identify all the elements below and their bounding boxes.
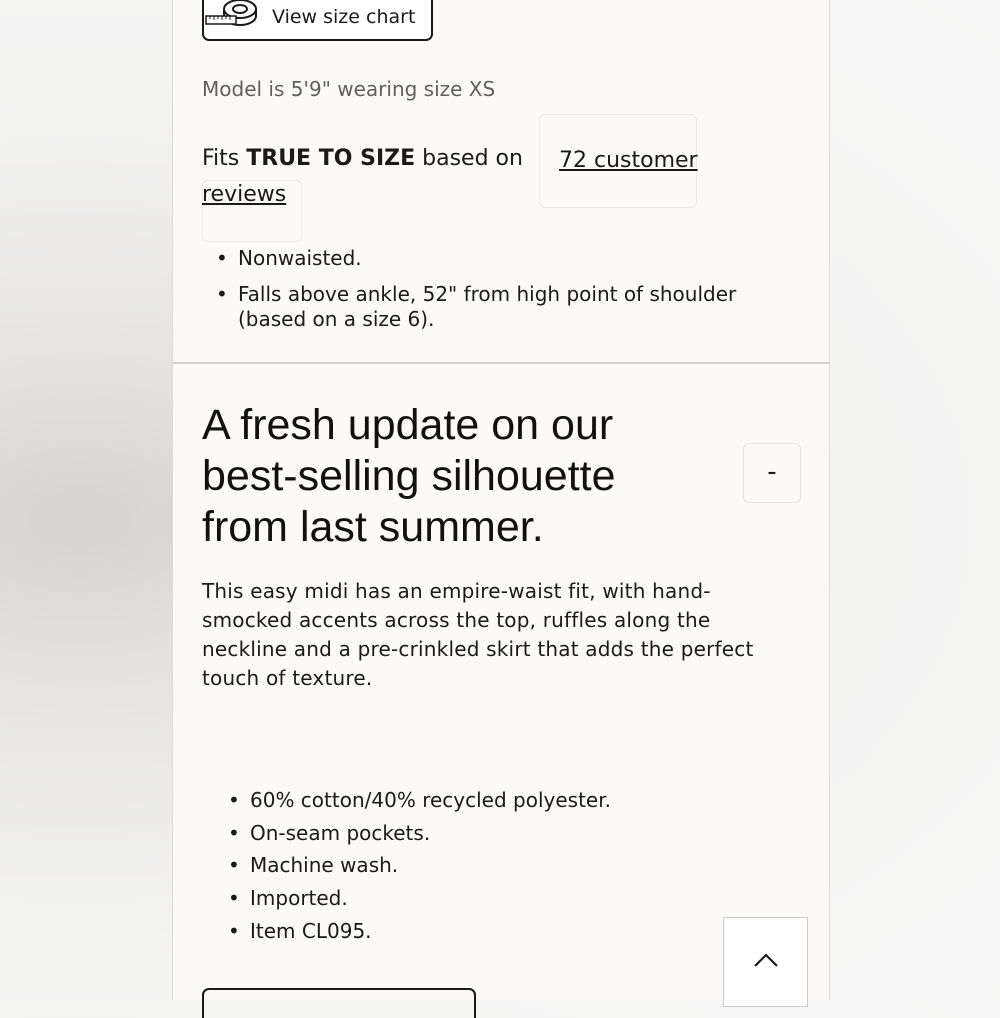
- description-body: This easy midi has an empire-waist fit, …: [202, 579, 754, 690]
- chevron-up-icon: [754, 953, 778, 967]
- fit-details-list: Nonwaisted. Falls above ankle, 52" from …: [216, 246, 776, 343]
- fit-prefix: Fits: [202, 146, 247, 171]
- bottom-action-button[interactable]: [202, 988, 476, 1018]
- model-size-note: Model is 5'9" wearing size XS: [202, 77, 496, 101]
- list-item: 60% cotton/40% recycled polyester.: [228, 784, 611, 817]
- description-heading: A fresh update on our best-selling silho…: [202, 401, 616, 551]
- list-item: Machine wash.: [228, 849, 611, 882]
- view-size-chart-button[interactable]: View size chart: [202, 0, 433, 41]
- list-item: Nonwaisted.: [216, 246, 776, 271]
- list-item: Falls above ankle, 52" from high point o…: [216, 282, 776, 332]
- customer-reviews-link[interactable]: 72 customer: [559, 148, 698, 173]
- view-size-chart-label: View size chart: [272, 6, 416, 28]
- list-item: Item CL095.: [228, 915, 611, 948]
- list-item: Imported.: [228, 882, 611, 915]
- list-item: On-seam pockets.: [228, 817, 611, 850]
- collapse-section-button[interactable]: -: [743, 443, 801, 503]
- tape-measure-icon: [204, 0, 260, 32]
- product-details-panel: View size chart Model is 5'9" wearing si…: [172, 0, 830, 1018]
- section-divider: [173, 362, 829, 364]
- customer-reviews-link-wrap[interactable]: reviews: [202, 182, 286, 207]
- fit-summary: Fits TRUE TO SIZE based on: [202, 146, 523, 171]
- fit-emphasis: TRUE TO SIZE: [246, 146, 416, 171]
- product-details-list: 60% cotton/40% recycled polyester. On-se…: [228, 784, 611, 948]
- back-to-top-button[interactable]: [723, 917, 808, 1007]
- fit-suffix: based on: [415, 146, 523, 171]
